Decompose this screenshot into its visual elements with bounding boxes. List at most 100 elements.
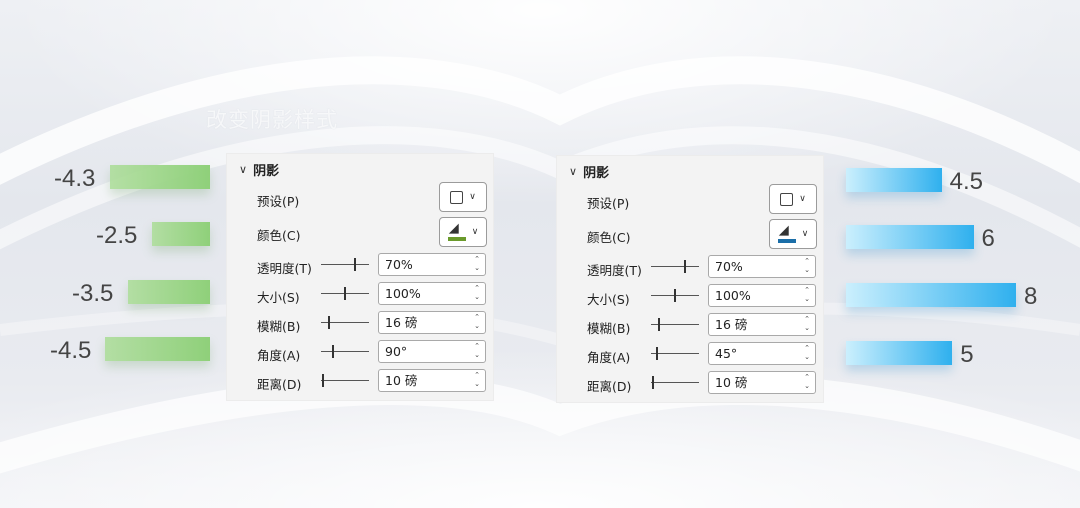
transparency-label: 透明度(T) — [257, 261, 312, 276]
bar-pos-1 — [846, 168, 942, 192]
distance-input[interactable]: 10 磅 ⌃ ⌄ — [378, 369, 486, 392]
transparency-label: 透明度(T) — [587, 263, 642, 278]
bar-label: -4.5 — [50, 337, 92, 364]
slider-thumb[interactable] — [344, 287, 346, 300]
fill-bucket-icon: ◢ — [777, 223, 796, 243]
angle-slider[interactable] — [321, 345, 369, 359]
preset-label: 预设(P) — [257, 194, 300, 209]
spin-arrows-icon[interactable]: ⌃ ⌄ — [802, 315, 812, 333]
spin-value: 90° — [385, 344, 408, 359]
color-dropdown-button[interactable]: ◢ ∨ — [439, 217, 487, 247]
bar-pos-2 — [846, 225, 974, 249]
chevron-down-icon: ∨ — [469, 192, 476, 202]
angle-label: 角度(A) — [587, 350, 631, 365]
distance-label: 距离(D) — [257, 377, 302, 392]
angle-label: 角度(A) — [257, 348, 301, 363]
transparency-slider[interactable] — [321, 258, 369, 272]
blur-label: 模糊(B) — [587, 321, 631, 336]
spin-value: 10 磅 — [385, 373, 418, 388]
shadow-section-header[interactable]: ∨ 阴影 — [239, 160, 279, 179]
shadow-panel-left: ∨ 阴影 预设(P) ∨ 颜色(C) ◢ ∨ 透明度(T) 70% ⌃ ⌄ 大小(S… — [226, 153, 494, 401]
distance-slider[interactable] — [651, 376, 699, 390]
spin-value: 100% — [385, 286, 421, 301]
size-input[interactable]: 100% ⌃ ⌄ — [378, 282, 486, 305]
shadow-header-label: 阴影 — [583, 166, 610, 181]
chevron-down-icon: ∨ — [801, 229, 809, 239]
slider-thumb[interactable] — [683, 260, 686, 273]
spin-arrows-icon[interactable]: ⌃ ⌄ — [472, 313, 482, 331]
bucket-color — [447, 237, 466, 241]
bar-label: -4.3 — [54, 165, 96, 192]
slider-thumb[interactable] — [322, 374, 325, 387]
spin-arrows-icon[interactable]: ⌃ ⌄ — [472, 342, 482, 360]
background-swirl — [0, 56, 1080, 474]
bar-neg-3 — [128, 280, 210, 304]
shadow-preset-icon — [780, 192, 794, 206]
fill-bucket-icon: ◢ — [447, 221, 466, 241]
blur-slider[interactable] — [651, 318, 699, 332]
slider-thumb[interactable] — [674, 289, 676, 302]
spin-arrows-icon[interactable]: ⌃ ⌄ — [802, 286, 812, 304]
chevron-down-icon: ∨ — [471, 227, 479, 237]
size-slider[interactable] — [651, 289, 699, 303]
shadow-section-header[interactable]: ∨ 阴影 — [569, 162, 609, 181]
distance-input[interactable]: 10 磅 ⌃ ⌄ — [708, 371, 816, 394]
spin-arrows-icon[interactable]: ⌃ ⌄ — [802, 373, 812, 391]
bar-label: 6 — [981, 225, 995, 252]
spin-value: 70% — [385, 257, 413, 272]
shadow-header-label: 阴影 — [253, 164, 280, 179]
chevron-down-icon: ∨ — [239, 163, 248, 176]
spin-arrows-icon[interactable]: ⌃ ⌄ — [472, 255, 482, 273]
chevron-down-icon: ∨ — [799, 194, 806, 204]
bar-neg-1 — [109, 165, 210, 189]
blur-label: 模糊(B) — [257, 319, 301, 334]
bar-pos-3 — [846, 283, 1016, 307]
color-dropdown-button[interactable]: ◢ ∨ — [769, 219, 817, 249]
bar-label: -3.5 — [72, 280, 114, 307]
spin-arrows-icon[interactable]: ⌃ ⌄ — [802, 344, 812, 362]
transparency-input[interactable]: 70% ⌃ ⌄ — [378, 253, 486, 276]
size-label: 大小(S) — [257, 290, 300, 305]
spin-arrows-icon[interactable]: ⌃ ⌄ — [472, 371, 482, 389]
distance-label: 距离(D) — [587, 379, 632, 394]
preset-label: 预设(P) — [587, 196, 630, 211]
bucket-color — [777, 239, 796, 243]
slider-thumb[interactable] — [332, 345, 334, 358]
angle-slider[interactable] — [651, 347, 699, 361]
spin-value: 16 磅 — [715, 317, 748, 332]
blur-slider[interactable] — [321, 316, 369, 330]
shadow-preset-icon — [450, 190, 464, 204]
distance-slider[interactable] — [321, 374, 369, 388]
spin-value: 70% — [715, 259, 743, 274]
size-input[interactable]: 100% ⌃ ⌄ — [708, 284, 816, 307]
size-slider[interactable] — [321, 287, 369, 301]
spin-arrows-icon[interactable]: ⌃ ⌄ — [472, 284, 482, 302]
size-label: 大小(S) — [587, 292, 630, 307]
blur-input[interactable]: 16 磅 ⌃ ⌄ — [378, 311, 486, 334]
bar-neg-2 — [151, 222, 210, 246]
angle-input[interactable]: 90° ⌃ ⌄ — [378, 340, 486, 363]
bar-label: 4.5 — [949, 168, 983, 195]
bar-neg-4 — [105, 337, 210, 361]
color-label: 颜色(C) — [587, 230, 631, 245]
spin-value: 100% — [715, 288, 751, 303]
slider-thumb[interactable] — [656, 347, 658, 360]
bar-label: -2.5 — [96, 222, 138, 249]
spin-value: 16 磅 — [385, 315, 418, 330]
spin-value: 10 磅 — [715, 375, 748, 390]
preset-dropdown-button[interactable]: ∨ — [769, 184, 817, 214]
transparency-input[interactable]: 70% ⌃ ⌄ — [708, 255, 816, 278]
angle-input[interactable]: 45° ⌃ ⌄ — [708, 342, 816, 365]
spin-value: 45° — [715, 346, 738, 361]
slider-thumb[interactable] — [353, 258, 356, 271]
slider-thumb[interactable] — [652, 376, 655, 389]
chevron-down-icon: ∨ — [569, 165, 578, 178]
preset-dropdown-button[interactable]: ∨ — [439, 182, 487, 212]
transparency-slider[interactable] — [651, 260, 699, 274]
spin-arrows-icon[interactable]: ⌃ ⌄ — [802, 257, 812, 275]
bar-label: 5 — [960, 341, 974, 368]
shadow-panel-right: ∨ 阴影 预设(P) ∨ 颜色(C) ◢ ∨ 透明度(T) 70% ⌃ ⌄ 大小(S… — [556, 155, 824, 403]
slider-thumb[interactable] — [327, 316, 330, 329]
slider-thumb[interactable] — [657, 318, 660, 331]
blur-input[interactable]: 16 磅 ⌃ ⌄ — [708, 313, 816, 336]
